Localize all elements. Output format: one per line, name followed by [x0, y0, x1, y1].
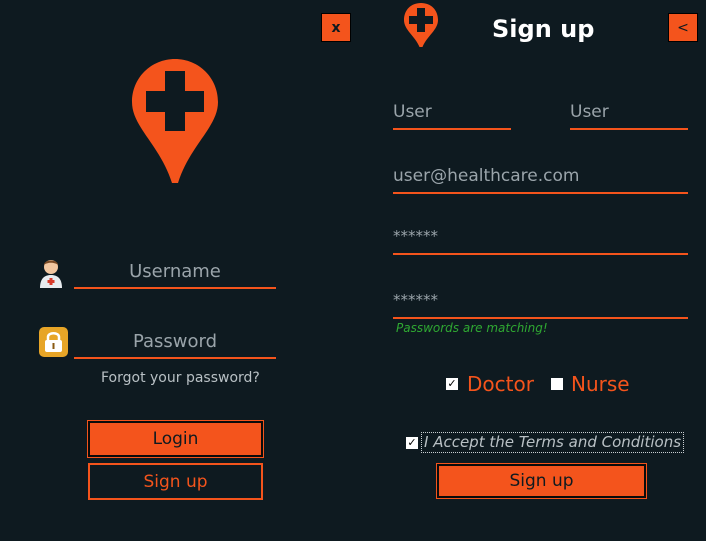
email-field[interactable]: user@healthcare.com [393, 164, 688, 194]
forgot-password-link[interactable]: Forgot your password? [101, 370, 260, 386]
nurse-label: Nurse [571, 372, 630, 396]
password-input-text: Password [132, 331, 218, 352]
padlock-icon [39, 327, 68, 357]
last-name-field[interactable]: User [570, 100, 688, 130]
signup-submit-button[interactable]: Sign up [436, 463, 647, 499]
doctor-label: Doctor [467, 372, 534, 396]
first-name-field[interactable]: User [393, 100, 511, 130]
signup-panel: Sign up < User User user@healthcare.com … [353, 0, 706, 541]
last-name-text: User [570, 102, 609, 122]
map-pin-plus-icon [403, 2, 439, 48]
first-name-text: User [393, 102, 432, 122]
signup-button[interactable]: Sign up [88, 463, 263, 500]
username-field[interactable]: Username [74, 258, 276, 289]
password-match-message: Passwords are matching! [396, 321, 548, 335]
checkbox-check-icon: ✓ [446, 377, 458, 390]
checkbox-check-icon: ✓ [406, 435, 418, 449]
password-field[interactable]: ****** [393, 225, 688, 255]
email-text: user@healthcare.com [393, 166, 580, 186]
doctor-checkbox[interactable]: ✓ Doctor [446, 372, 534, 396]
back-button[interactable]: < [668, 13, 698, 42]
username-input-text: Username [129, 261, 221, 282]
password-text: ****** [393, 227, 438, 245]
confirm-password-field[interactable]: ****** [393, 289, 688, 319]
login-button[interactable]: Login [87, 420, 264, 458]
confirm-password-text: ****** [393, 291, 438, 309]
map-pin-plus-icon [130, 57, 220, 185]
page-title: Sign up [492, 15, 595, 43]
terms-checkbox[interactable]: ✓ I Accept the Terms and Conditions [406, 432, 685, 453]
checkbox-empty-icon [551, 378, 563, 390]
password-field[interactable]: Password [74, 328, 276, 359]
close-button[interactable]: x [321, 13, 351, 42]
doctor-avatar-icon [37, 256, 65, 288]
terms-label: I Accept the Terms and Conditions [421, 432, 685, 453]
login-panel: x Username Password Forgot your password [0, 0, 353, 541]
nurse-checkbox[interactable]: Nurse [551, 372, 630, 396]
